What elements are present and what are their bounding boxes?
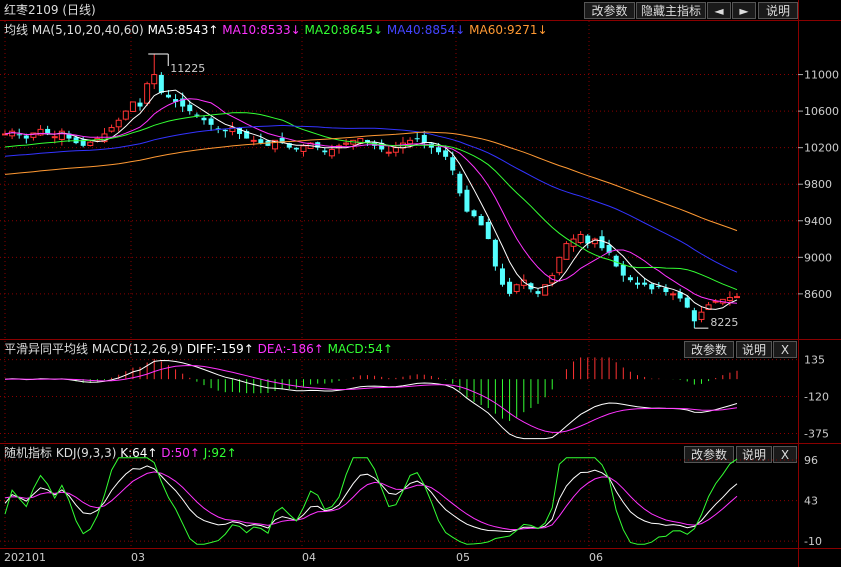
candle-body-down xyxy=(421,134,427,144)
candle-body-down xyxy=(535,291,541,294)
candle-body-up xyxy=(513,284,520,292)
candle-body-down xyxy=(16,134,22,136)
ma60-line xyxy=(4,131,738,232)
candle-body-up xyxy=(698,311,705,320)
candle-body-up xyxy=(577,233,584,243)
main-y-tick-label: 10600 xyxy=(804,105,839,118)
candle-body-up xyxy=(87,141,94,146)
kdj-y-tick-label: 43 xyxy=(804,495,818,508)
candle-body-up xyxy=(392,147,399,153)
candle-body-up xyxy=(151,74,158,85)
chart-canvas: 11000 10600 10200 9800 9400 9000 8600 135 -120 -3… xyxy=(0,21,839,548)
candle-body-up xyxy=(734,296,740,299)
candle-body-up xyxy=(51,136,58,139)
candle-body-up xyxy=(108,127,115,132)
candle-body-down xyxy=(137,102,143,107)
candle-body-down xyxy=(471,210,477,217)
low-label: 8225 xyxy=(710,316,738,329)
candle-body-down xyxy=(464,189,470,212)
candle-body-up xyxy=(343,142,350,145)
candle-body-up xyxy=(144,83,151,104)
candle-body-up xyxy=(556,256,563,274)
kdj-y-tick-label: -10 xyxy=(804,535,822,548)
candle-body-down xyxy=(293,147,299,150)
candle-body-up xyxy=(328,148,335,157)
ma10-line xyxy=(4,98,738,304)
candle-body-down xyxy=(492,239,498,267)
main-y-tick-label: 9800 xyxy=(804,178,832,191)
candle-body-down xyxy=(222,129,228,132)
candle-body-down xyxy=(627,277,633,281)
candle-body-down xyxy=(691,310,697,322)
candle-body-down xyxy=(322,150,328,153)
kdj-y-tick-label: 96 xyxy=(804,454,818,467)
macd-dea-line xyxy=(4,364,738,433)
candle-body-down xyxy=(414,138,420,140)
candle-body-down xyxy=(635,282,641,285)
candle-body-down xyxy=(158,74,164,93)
candle-body-down xyxy=(684,297,690,308)
candle-body-down xyxy=(478,215,484,226)
ma20-line xyxy=(4,112,738,291)
ma40-line xyxy=(4,124,738,273)
main-y-tick-label: 8600 xyxy=(804,288,832,301)
candle-body-down xyxy=(620,264,626,276)
candle-body-down xyxy=(194,114,200,116)
candle-body-down xyxy=(599,236,605,249)
candle-body-down xyxy=(450,157,456,171)
candle-body-up xyxy=(9,130,16,137)
candle-body-up xyxy=(250,139,257,142)
candle-body-down xyxy=(201,117,207,121)
main-y-tick-label: 9400 xyxy=(804,215,832,228)
candle-body-down xyxy=(642,282,648,285)
ma5-line xyxy=(4,89,738,310)
candle-body-down xyxy=(23,135,29,139)
candle-body-down xyxy=(443,150,449,157)
candle-body-down xyxy=(457,173,463,194)
candle-body-down xyxy=(258,139,264,144)
candle-body-down xyxy=(436,147,442,153)
macd-diff-line xyxy=(4,359,738,440)
macd-y-tick-label: 135 xyxy=(804,354,825,367)
macd-y-tick-label: -375 xyxy=(804,427,829,440)
macd-y-tick-label: -120 xyxy=(804,391,829,404)
candle-body-up xyxy=(300,145,307,152)
high-label: 11225 xyxy=(170,62,205,75)
kdj-d-line xyxy=(4,471,738,531)
kdj-k-line xyxy=(4,465,738,533)
candle-body-down xyxy=(208,118,214,125)
main-y-tick-label: 11000 xyxy=(804,69,839,82)
candle-body-up xyxy=(670,293,677,296)
candle-body-up xyxy=(129,101,136,112)
candle-body-up xyxy=(122,110,129,120)
main-y-tick-label: 9000 xyxy=(804,251,832,264)
candle-body-down xyxy=(649,284,655,290)
candle-body-up xyxy=(115,119,122,128)
candle-body-down xyxy=(499,268,505,285)
main-y-tick-label: 10200 xyxy=(804,142,839,155)
kdj-j-line xyxy=(4,457,738,545)
candle-body-down xyxy=(507,281,513,294)
candle-body-up xyxy=(726,297,733,301)
candle-body-down xyxy=(485,221,491,240)
candle-body-up xyxy=(385,151,392,154)
candle-body-down xyxy=(165,94,171,98)
candle-body-up xyxy=(563,243,570,260)
candle-body-up xyxy=(407,139,414,145)
candle-body-down xyxy=(187,104,193,112)
